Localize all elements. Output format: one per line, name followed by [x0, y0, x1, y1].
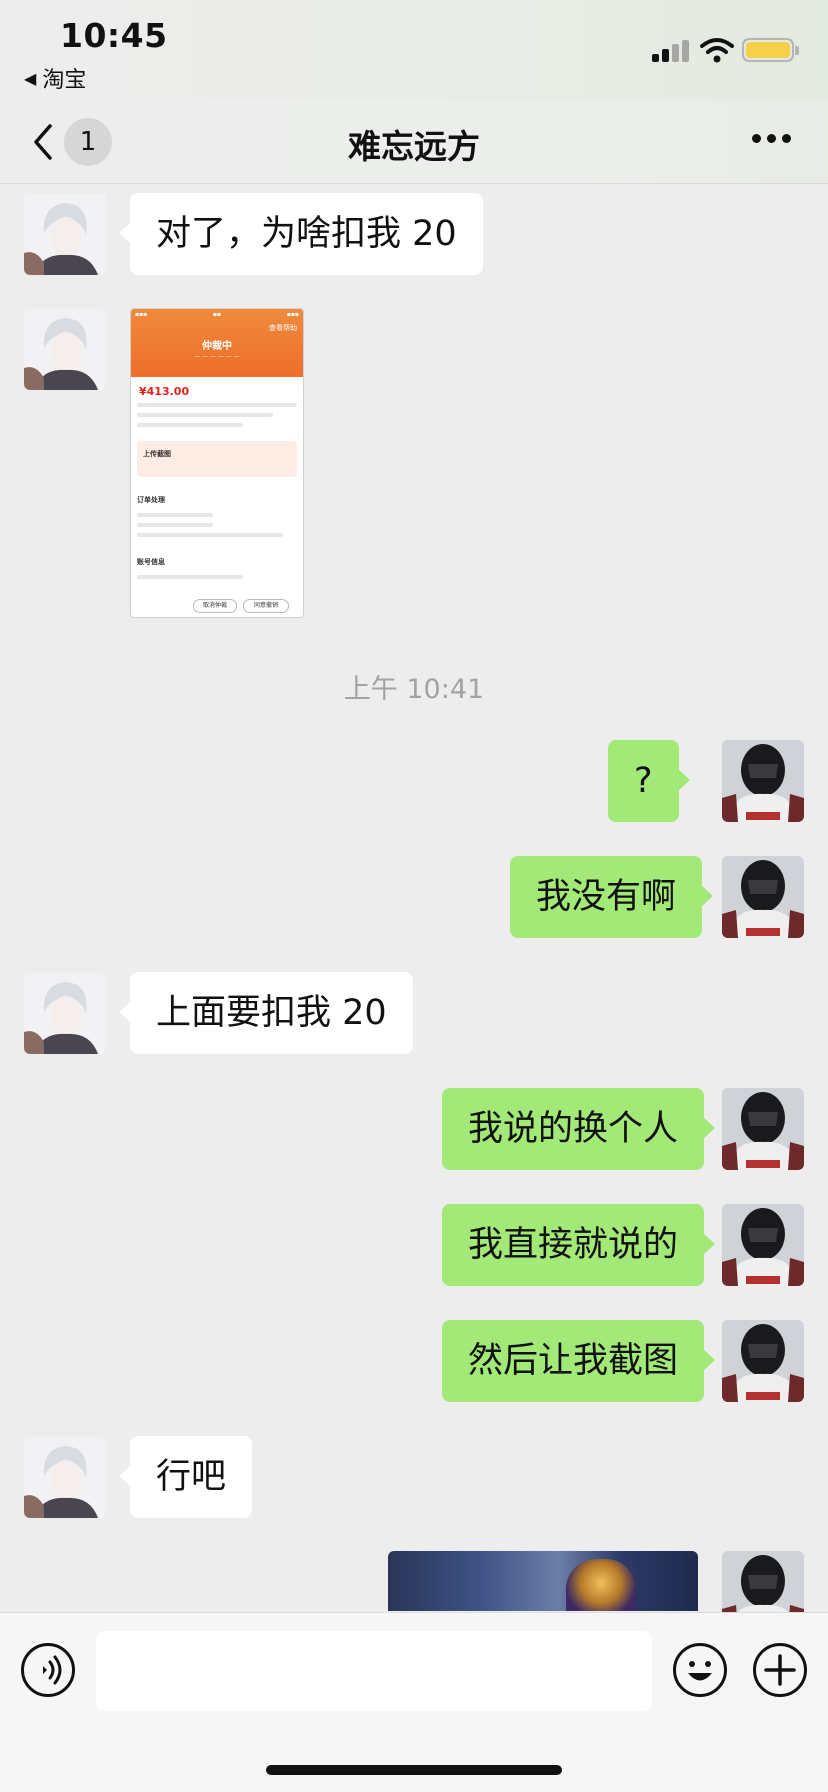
message-list[interactable]: 对了，为啥扣我 20 ▪▪▪ ▪▪ ▪▪▪ 查看帮助 仲裁中 — — — — — —…: [0, 185, 828, 1612]
message-bubble-incoming[interactable]: 行吧: [118, 1436, 253, 1518]
my-avatar[interactable]: [722, 1551, 804, 1612]
message-bubble-incoming[interactable]: 对了，为啥扣我 20: [119, 193, 483, 275]
status-time: 10:45: [60, 16, 168, 55]
emoji-button[interactable]: [673, 1643, 727, 1697]
message-input[interactable]: [96, 1631, 652, 1711]
my-avatar[interactable]: [722, 1320, 804, 1402]
chat-header: 1 难忘远方: [0, 100, 828, 184]
message-bubble-incoming[interactable]: 上面要扣我 20: [119, 972, 413, 1054]
thumb-status-title: 仲裁中: [202, 341, 232, 352]
back-app-label: 淘宝: [42, 68, 87, 93]
back-to-app-link[interactable]: ◀ 淘宝: [24, 62, 86, 94]
message-bubble-outgoing[interactable]: 我说的换个人: [442, 1088, 716, 1170]
message-bubble-outgoing[interactable]: ?: [608, 740, 690, 822]
unread-count-badge[interactable]: 1: [64, 118, 112, 166]
more-options-icon[interactable]: [752, 134, 792, 146]
my-avatar[interactable]: [722, 740, 804, 822]
home-indicator[interactable]: [266, 1765, 562, 1775]
more-actions-button[interactable]: [753, 1643, 807, 1697]
cellular-signal-icon: [652, 40, 692, 62]
plus-icon: [764, 1654, 796, 1686]
screenshot-image-message[interactable]: ▪▪▪ ▪▪ ▪▪▪ 查看帮助 仲裁中 — — — — — — ¥413.00 上传…: [130, 308, 304, 618]
contact-avatar[interactable]: [24, 193, 106, 275]
message-timestamp: 上午 10:41: [343, 674, 485, 705]
thumb-section-order: 订单处理: [137, 496, 165, 504]
back-chevron-icon[interactable]: [28, 120, 58, 164]
contact-avatar[interactable]: [24, 972, 106, 1054]
message-bubble-outgoing[interactable]: 然后让我截图: [442, 1320, 716, 1402]
voice-wave-icon: [43, 1655, 62, 1685]
my-avatar[interactable]: [722, 1204, 804, 1286]
chat-title: 难忘远方: [348, 127, 480, 166]
rank-crest-icon: [566, 1559, 636, 1611]
thumb-section-account: 账号信息: [137, 558, 165, 566]
back-triangle-icon: ◀: [24, 68, 37, 88]
my-avatar[interactable]: [722, 1088, 804, 1170]
thumb-agree-button: 同意撤销: [243, 599, 289, 613]
my-avatar[interactable]: [722, 856, 804, 938]
thumb-upload-title: 上传截图: [143, 450, 171, 458]
battery-icon: [742, 38, 799, 62]
contact-avatar[interactable]: [24, 308, 106, 390]
game-screenshot-image-message[interactable]: [388, 1551, 698, 1611]
voice-input-button[interactable]: [21, 1643, 75, 1697]
wifi-icon: [700, 38, 734, 63]
message-bubble-outgoing[interactable]: 我直接就说的: [442, 1204, 716, 1286]
status-bar: 10:45 ◀ 淘宝: [0, 0, 828, 100]
thumb-help-label: 查看帮助: [269, 324, 297, 332]
smiley-icon: [688, 1661, 712, 1681]
contact-avatar[interactable]: [24, 1436, 106, 1518]
thumb-price: ¥413.00: [139, 385, 190, 398]
thumb-cancel-button: 取消仲裁: [193, 599, 237, 613]
message-bubble-outgoing[interactable]: 我没有啊: [510, 856, 714, 938]
